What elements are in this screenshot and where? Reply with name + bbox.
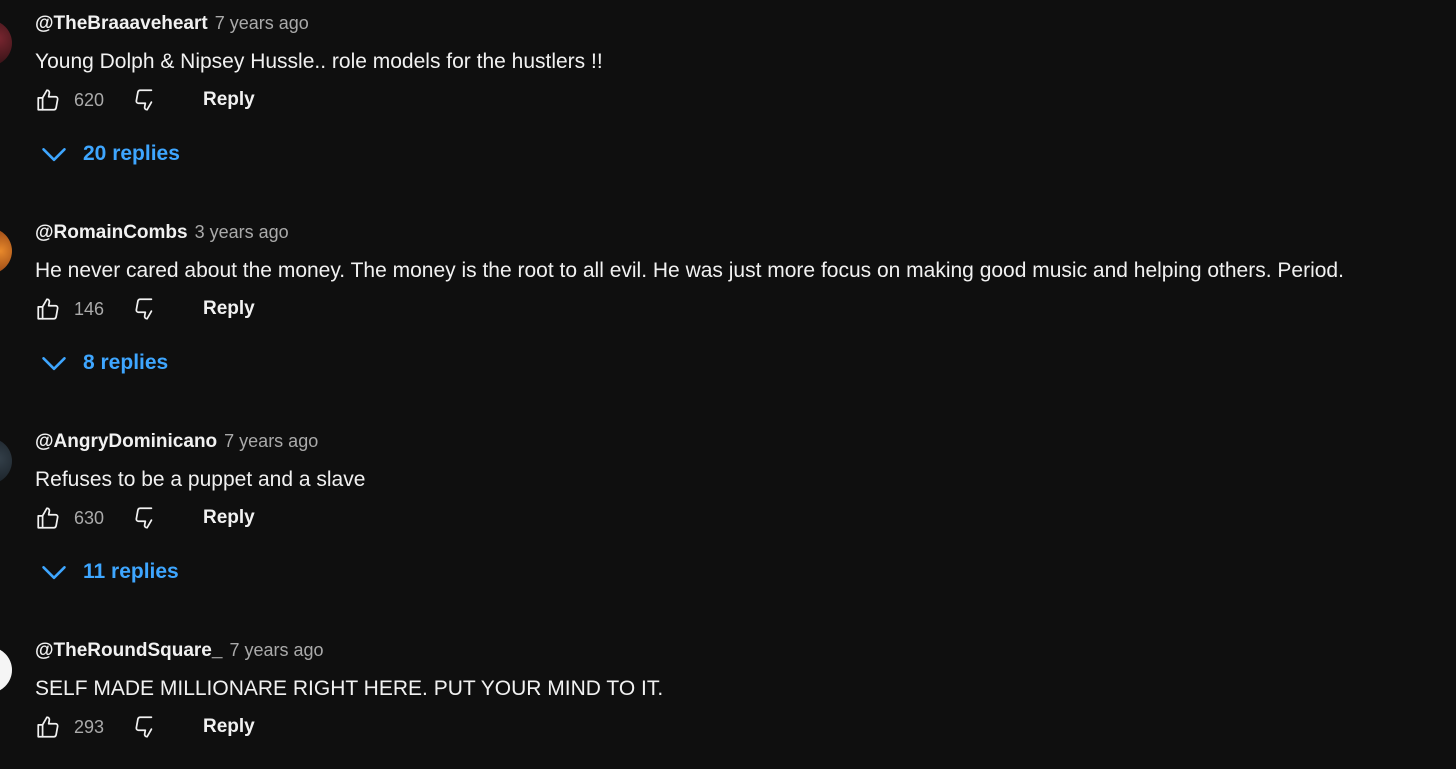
comments-section: @TheBraaaveheart 7 years ago Young Dolph… — [0, 0, 1456, 769]
comment-header: @TheRoundSquare_ 7 years ago — [35, 640, 324, 666]
avatar[interactable] — [0, 647, 12, 693]
like-button[interactable] — [35, 294, 61, 324]
like-count: 630 — [74, 508, 105, 528]
thumbs-down-icon — [135, 716, 153, 738]
thumbs-up-icon — [37, 89, 59, 111]
like-button[interactable] — [35, 85, 61, 115]
dislike-button[interactable] — [133, 503, 159, 533]
comment-actions: 293 Reply — [35, 712, 275, 742]
replies-count-label: 11 replies — [83, 560, 179, 583]
thumbs-down-icon — [135, 298, 153, 320]
reply-button[interactable]: Reply — [203, 716, 255, 738]
like-button[interactable] — [35, 503, 61, 533]
show-replies-button[interactable]: 8 replies — [40, 348, 168, 378]
comment-header: @TheBraaaveheart 7 years ago — [35, 13, 309, 39]
reply-button[interactable]: Reply — [203, 298, 255, 320]
author-name[interactable]: @RomainCombs — [35, 222, 188, 244]
comment-header: @RomainCombs 3 years ago — [35, 222, 289, 248]
thumbs-up-icon — [37, 507, 59, 529]
author-name[interactable]: @TheRoundSquare_ — [35, 640, 222, 662]
comment-actions: 620 Reply — [35, 85, 275, 115]
replies-count-label: 20 replies — [83, 142, 180, 165]
thumbs-up-icon — [37, 298, 59, 320]
replies-count-label: 8 replies — [83, 351, 169, 374]
comment-time[interactable]: 3 years ago — [195, 222, 289, 243]
comment-text: He never cared about the money. The mone… — [35, 259, 1344, 282]
like-count: 620 — [74, 90, 105, 110]
avatar[interactable] — [0, 228, 12, 274]
like-count: 293 — [74, 717, 105, 737]
chevron-down-icon — [42, 357, 66, 371]
thumbs-down-icon — [135, 507, 153, 529]
show-replies-button[interactable]: 11 replies — [40, 557, 179, 587]
comment-actions: 630 Reply — [35, 503, 275, 533]
author-name[interactable]: @TheBraaaveheart — [35, 13, 208, 35]
comment-time[interactable]: 7 years ago — [215, 13, 309, 34]
comment-text: Young Dolph & Nipsey Hussle.. role model… — [35, 50, 603, 73]
like-button[interactable] — [35, 712, 61, 742]
dislike-button[interactable] — [133, 85, 159, 115]
avatar[interactable] — [0, 20, 12, 66]
comment-actions: 146 Reply — [35, 294, 275, 324]
author-name[interactable]: @AngryDominicano — [35, 431, 217, 453]
comment-time[interactable]: 7 years ago — [229, 640, 323, 661]
comment-time[interactable]: 7 years ago — [224, 431, 318, 452]
comment-text: Refuses to be a puppet and a slave — [35, 468, 366, 491]
reply-button[interactable]: Reply — [203, 89, 255, 111]
like-count: 146 — [74, 299, 105, 319]
dislike-button[interactable] — [133, 294, 159, 324]
avatar[interactable] — [0, 438, 12, 484]
dislike-button[interactable] — [133, 712, 159, 742]
comment-header: @AngryDominicano 7 years ago — [35, 431, 318, 457]
reply-button[interactable]: Reply — [203, 507, 255, 529]
comment-text: SELF MADE MILLIONARE RIGHT HERE. PUT YOU… — [35, 677, 664, 700]
thumbs-down-icon — [135, 89, 153, 111]
show-replies-button[interactable]: 20 replies — [40, 139, 180, 169]
chevron-down-icon — [42, 566, 66, 580]
chevron-down-icon — [42, 148, 66, 162]
thumbs-up-icon — [37, 716, 59, 738]
